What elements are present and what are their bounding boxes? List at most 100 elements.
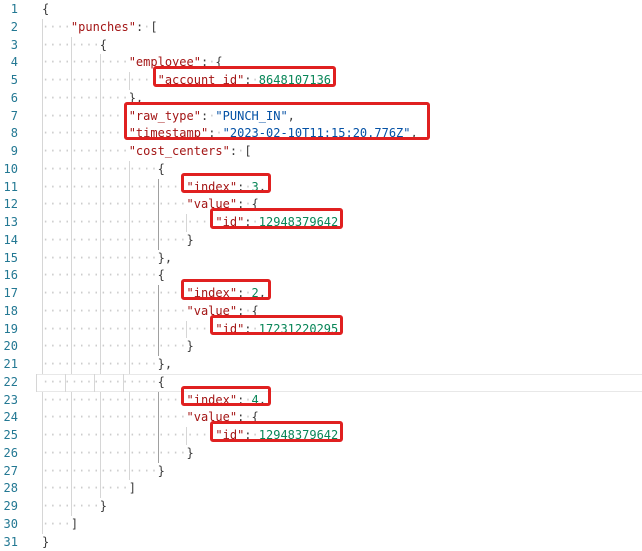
code-line[interactable]: 27················} <box>0 463 642 481</box>
indent-guide <box>100 409 101 427</box>
json-number: 2 <box>252 286 259 300</box>
indent-guide <box>129 303 130 321</box>
code-line[interactable]: 30····] <box>0 516 642 534</box>
line-number[interactable]: 8 <box>0 125 42 143</box>
indent-guide <box>186 427 187 445</box>
code-line[interactable]: 9············"cost_centers":·[ <box>0 143 642 161</box>
line-number[interactable]: 10 <box>0 161 42 179</box>
indent-guide <box>42 516 43 534</box>
code-line[interactable]: 29········} <box>0 498 642 516</box>
line-number[interactable]: 12 <box>0 196 42 214</box>
code-line[interactable]: 15················}, <box>0 250 642 268</box>
code-line[interactable]: 2····"punches":·[ <box>0 19 642 37</box>
code-line[interactable]: 25························"id":·12948379… <box>0 427 642 445</box>
code-line[interactable]: 23····················"index":·4, <box>0 392 642 410</box>
line-number[interactable]: 21 <box>0 356 42 374</box>
whitespace-dots: ············ <box>42 109 129 123</box>
json-key: "id" <box>215 215 244 229</box>
indent-guide <box>71 303 72 321</box>
indent-guide <box>42 232 43 250</box>
code-line[interactable]: 14····················} <box>0 232 642 250</box>
indent-guide <box>129 409 130 427</box>
line-number[interactable]: 15 <box>0 250 42 268</box>
code-line[interactable]: 21················}, <box>0 356 642 374</box>
code-line[interactable]: 4············"employee":·{ <box>0 54 642 72</box>
line-number[interactable]: 7 <box>0 108 42 126</box>
line-number[interactable]: 4 <box>0 54 42 72</box>
code-line[interactable]: 26····················} <box>0 445 642 463</box>
line-number[interactable]: 3 <box>0 37 42 55</box>
indent-guide <box>100 480 101 498</box>
code-content: ················"account_id":·8648107136 <box>42 72 642 90</box>
line-number[interactable]: 18 <box>0 303 42 321</box>
whitespace-dots: ···················· <box>42 393 187 407</box>
json-punctuation: , <box>259 393 266 407</box>
json-number: 3 <box>252 180 259 194</box>
code-line[interactable]: 6············}, <box>0 90 642 108</box>
code-content: ············"raw_type":·"PUNCH_IN", <box>42 108 642 126</box>
line-number[interactable]: 29 <box>0 498 42 516</box>
code-line[interactable]: 10················{ <box>0 161 642 179</box>
code-line[interactable]: 3········{ <box>0 37 642 55</box>
line-number[interactable]: 26 <box>0 445 42 463</box>
code-content: ························"id":·1723122029… <box>42 321 642 339</box>
code-line[interactable]: 13························"id":·12948379… <box>0 214 642 232</box>
indent-guide <box>129 445 130 463</box>
line-number[interactable]: 19 <box>0 321 42 339</box>
indent-guide <box>42 19 43 37</box>
line-number[interactable]: 23 <box>0 392 42 410</box>
line-number[interactable]: 9 <box>0 143 42 161</box>
code-line[interactable]: 1{ <box>0 1 642 19</box>
line-number[interactable]: 17 <box>0 285 42 303</box>
whitespace-dots: ············ <box>42 55 129 69</box>
code-line[interactable]: 7············"raw_type":·"PUNCH_IN", <box>0 108 642 126</box>
indent-guide <box>71 179 72 197</box>
json-punctuation: } <box>100 499 107 513</box>
json-editor[interactable]: 1{2····"punches":·[3········{4··········… <box>0 0 642 551</box>
code-line[interactable]: 8············"timestamp":·"2023-02-10T11… <box>0 125 642 143</box>
code-line[interactable]: 11····················"index":·3, <box>0 179 642 197</box>
json-key: "raw_type" <box>129 109 201 123</box>
code-line[interactable]: 20····················} <box>0 338 642 356</box>
code-line[interactable]: 18····················"value":·{ <box>0 303 642 321</box>
indent-guide <box>100 54 101 72</box>
code-content: ················}, <box>42 356 642 374</box>
code-line[interactable]: 24····················"value":·{ <box>0 409 642 427</box>
line-number[interactable]: 25 <box>0 427 42 445</box>
line-number[interactable]: 20 <box>0 338 42 356</box>
line-number[interactable]: 28 <box>0 480 42 498</box>
line-number[interactable]: 5 <box>0 72 42 90</box>
indent-guide <box>158 303 159 321</box>
code-line[interactable]: 16················{ <box>0 267 642 285</box>
line-number[interactable]: 14 <box>0 232 42 250</box>
code-line[interactable]: 12····················"value":·{ <box>0 196 642 214</box>
indent-guide <box>129 250 130 268</box>
indent-guide <box>71 196 72 214</box>
line-number[interactable]: 2 <box>0 19 42 37</box>
code-line[interactable]: 28············] <box>0 480 642 498</box>
code-line[interactable]: 31} <box>0 534 642 551</box>
line-number[interactable]: 13 <box>0 214 42 232</box>
line-number[interactable]: 27 <box>0 463 42 481</box>
code-line[interactable]: 5················"account_id":·864810713… <box>0 72 642 90</box>
line-number[interactable]: 31 <box>0 534 42 551</box>
json-punctuation: : <box>244 215 251 229</box>
code-line[interactable]: 17····················"index":·2, <box>0 285 642 303</box>
code-line[interactable]: 22················{ <box>0 374 642 392</box>
json-number: 12948379642 <box>259 428 338 442</box>
line-number[interactable]: 24 <box>0 409 42 427</box>
code-content: ············"employee":·{ <box>42 54 642 72</box>
whitespace-dots: · <box>252 215 259 229</box>
line-number[interactable]: 11 <box>0 179 42 197</box>
indent-guide <box>100 179 101 197</box>
indent-guide <box>129 267 130 285</box>
line-number[interactable]: 30 <box>0 516 42 534</box>
indent-guide <box>186 321 187 339</box>
line-number[interactable]: 16 <box>0 267 42 285</box>
line-number[interactable]: 1 <box>0 1 42 19</box>
whitespace-dots: · <box>215 126 222 140</box>
json-punctuation: { <box>158 162 165 176</box>
code-line[interactable]: 19························"id":·17231220… <box>0 321 642 339</box>
whitespace-dots: ············ <box>42 481 129 495</box>
line-number[interactable]: 6 <box>0 90 42 108</box>
